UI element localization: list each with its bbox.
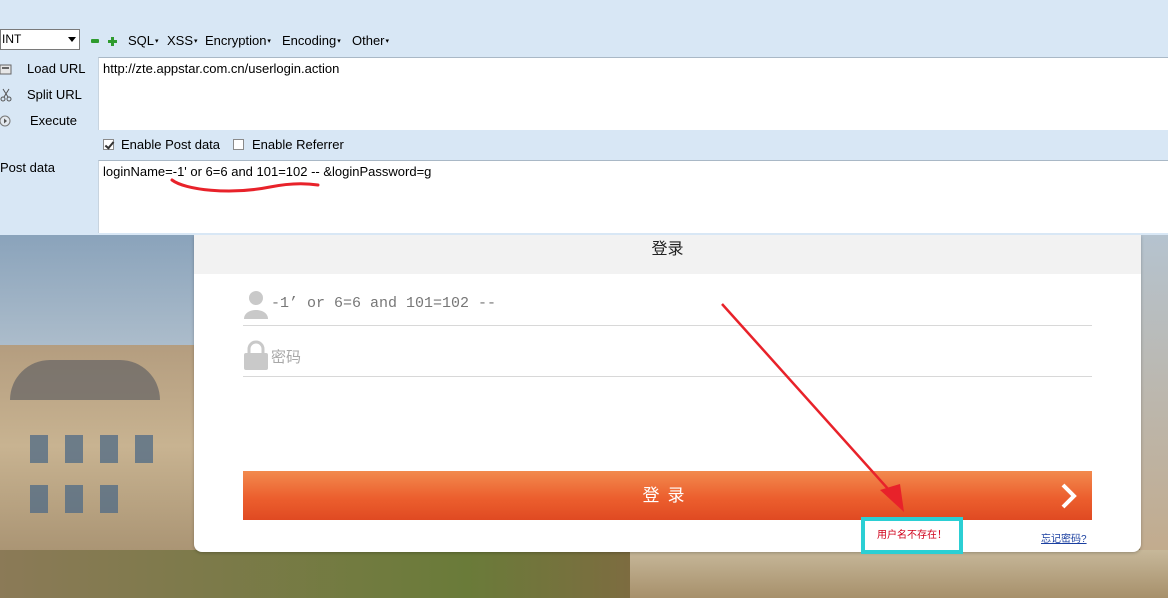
scissors-icon [0, 88, 12, 102]
menu-sql-label: SQL [128, 33, 155, 48]
lock-icon [244, 340, 268, 370]
post-data-input[interactable]: loginName=-1' or 6=6 and 101=102 -- &log… [98, 160, 1168, 233]
background-window [30, 435, 48, 463]
split-url-label: Split URL [27, 87, 82, 102]
background-window [30, 485, 48, 513]
hackbar-toolbar: INT SQL▾ XSS▾ Encryption▾ Encoding▾ Othe… [0, 28, 1168, 54]
chevron-right-icon [1061, 483, 1077, 509]
menu-encryption-label: Encryption [205, 33, 267, 48]
type-select[interactable]: INT [0, 29, 80, 50]
url-value: http://zte.appstar.com.cn/userlogin.acti… [103, 61, 340, 76]
login-card: 登录 -1’ or 6=6 and 101=102 -- 密码 登录 用户名不存… [194, 235, 1141, 554]
background-roof [10, 360, 160, 400]
load-url-label: Load URL [27, 61, 86, 76]
error-message: 用户名不存在！ [877, 530, 947, 541]
background-window [100, 485, 118, 513]
username-field[interactable]: -1’ or 6=6 and 101=102 -- [243, 275, 1092, 326]
menu-encryption[interactable]: Encryption▾ [205, 33, 271, 48]
login-button[interactable]: 登录 [243, 471, 1092, 520]
enable-post-checkbox[interactable] [103, 139, 114, 150]
post-data-label: Post data [0, 160, 55, 175]
enable-referrer-checkbox[interactable] [233, 139, 244, 150]
background-right-edge [1140, 235, 1168, 598]
forgot-password-link[interactable]: 忘记密码? [1041, 530, 1087, 545]
execute-label: Execute [30, 113, 77, 128]
post-data-value: loginName=-1' or 6=6 and 101=102 -- &log… [103, 164, 432, 179]
plus-icon[interactable] [108, 37, 117, 46]
password-field[interactable]: 密码 [243, 326, 1092, 377]
type-select-value: INT [2, 32, 22, 46]
url-input[interactable]: http://zte.appstar.com.cn/userlogin.acti… [98, 57, 1168, 130]
enable-post-label: Enable Post data [121, 137, 221, 152]
login-button-label: 登录 [642, 486, 693, 505]
background-building-lower [630, 550, 1168, 598]
password-placeholder: 密码 [271, 349, 302, 366]
menu-encoding-label: Encoding [282, 33, 337, 48]
minus-icon[interactable] [91, 37, 99, 45]
play-icon [0, 115, 11, 127]
menu-encoding[interactable]: Encoding▾ [282, 33, 341, 48]
user-icon [244, 291, 268, 319]
menu-other-label: Other [352, 33, 385, 48]
background-window [65, 485, 83, 513]
username-value: -1’ or 6=6 and 101=102 -- [271, 295, 497, 312]
hackbar-panel: INT SQL▾ XSS▾ Encryption▾ Encoding▾ Othe… [0, 0, 1168, 235]
error-message-highlight: 用户名不存在！ [861, 517, 963, 554]
dropdown-arrow-icon [68, 37, 76, 42]
enable-referrer-label: Enable Referrer [252, 137, 344, 152]
background-window [65, 435, 83, 463]
post-options-row: Enable Post data Enable Referrer [98, 132, 1168, 158]
menu-other[interactable]: Other▾ [352, 33, 389, 48]
login-title: 登录 [194, 235, 1141, 274]
menu-xss-label: XSS [167, 33, 194, 48]
background-window [100, 435, 118, 463]
load-url-icon [0, 64, 12, 75]
menu-xss[interactable]: XSS▾ [167, 33, 198, 48]
menu-sql[interactable]: SQL▾ [128, 33, 159, 48]
background-window [135, 435, 153, 463]
